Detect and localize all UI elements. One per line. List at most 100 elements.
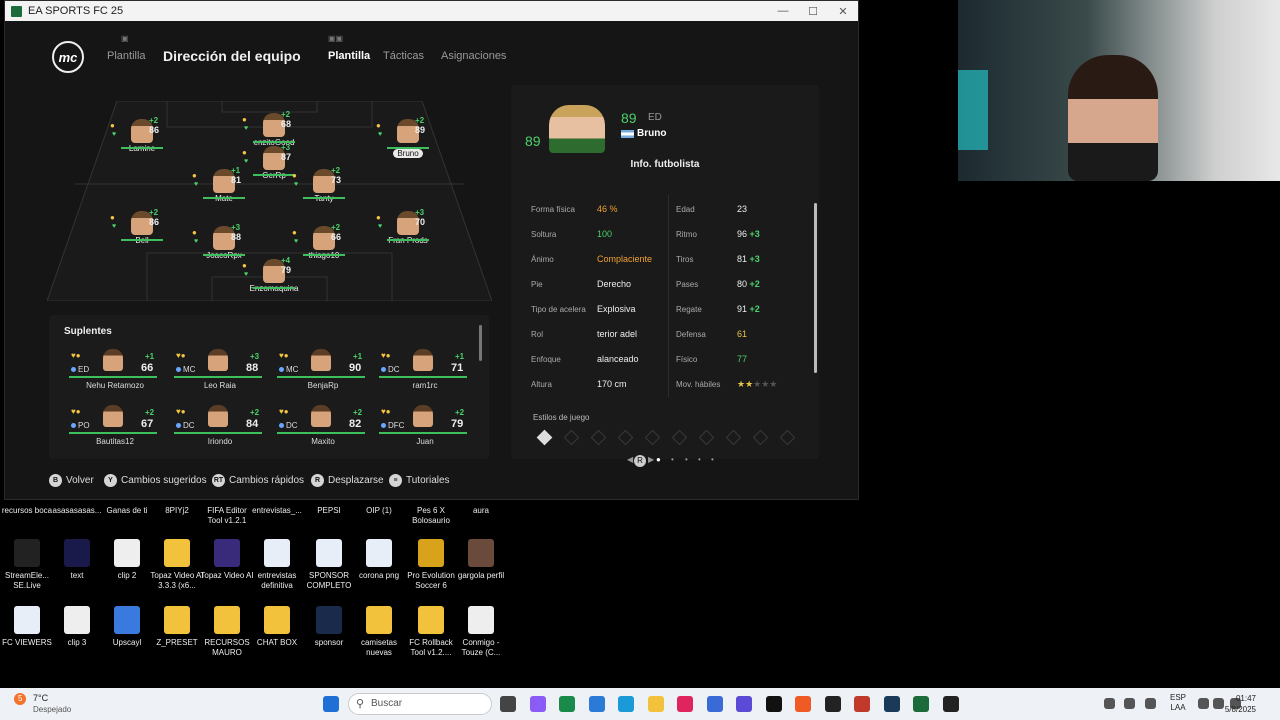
network-icon[interactable] bbox=[1198, 698, 1209, 709]
close-button[interactable]: ✕ bbox=[828, 5, 858, 18]
control-hint[interactable]: ≡ Tutoriales bbox=[389, 474, 450, 487]
control-hint[interactable]: RT Cambios rápidos bbox=[212, 474, 304, 487]
playstyle-slot-icon[interactable] bbox=[536, 429, 553, 446]
playstyle-slot-icon[interactable] bbox=[725, 429, 742, 446]
pitch-player[interactable]: ●♥+388JoacoRpx bbox=[189, 223, 259, 260]
pager-dot-active[interactable]: ● bbox=[656, 455, 661, 464]
sub-player-card[interactable]: ♥● DC +1 71 ram1rc bbox=[379, 347, 469, 395]
pager-left-icon[interactable]: ◀ bbox=[627, 455, 633, 464]
app-icon[interactable] bbox=[854, 696, 870, 712]
sub-player-card[interactable]: ♥● DC +2 84 Iriondo bbox=[174, 403, 264, 451]
playstyle-slot-icon[interactable] bbox=[563, 429, 580, 446]
sub-player-card[interactable]: ♥● ED +1 66 Nehu Retamozo bbox=[69, 347, 159, 395]
desktop-icon[interactable]: Pro Evolution Soccer 6 bbox=[404, 539, 458, 591]
pitch-player[interactable]: ●♥+286Bell bbox=[107, 208, 177, 245]
pager-right-icon[interactable]: ▶ bbox=[648, 455, 654, 464]
copilot-icon[interactable] bbox=[529, 696, 546, 712]
app-icon[interactable] bbox=[706, 696, 723, 712]
desktop-icon[interactable]: StreamEle... SE.Live bbox=[0, 539, 54, 591]
pager-dot[interactable]: • bbox=[685, 455, 688, 464]
volume-icon[interactable] bbox=[1213, 698, 1224, 709]
desktop-icon[interactable]: Upscayl bbox=[100, 606, 154, 648]
fc-app-icon[interactable] bbox=[913, 696, 929, 712]
chevron-up-icon[interactable] bbox=[1104, 698, 1115, 709]
detail-scrollbar[interactable] bbox=[814, 203, 817, 373]
desktop-icon[interactable]: 8PIYj2 bbox=[150, 506, 204, 516]
sub-player-card[interactable]: ♥● MC +3 88 Leo Raia bbox=[174, 347, 264, 395]
desktop-icon[interactable]: OIP (1) bbox=[352, 506, 406, 516]
pager-dot[interactable]: • bbox=[671, 455, 674, 464]
task-view-icon[interactable] bbox=[500, 696, 516, 712]
pitch-player[interactable]: ●♥+286Lamine bbox=[107, 116, 177, 153]
outlook-icon[interactable] bbox=[588, 696, 605, 712]
playstyle-slot-icon[interactable] bbox=[698, 429, 715, 446]
steam-icon[interactable] bbox=[883, 696, 900, 712]
obs-icon[interactable] bbox=[824, 696, 841, 712]
desktop-icon[interactable]: clip 2 bbox=[100, 539, 154, 581]
subs-scrollbar[interactable] bbox=[479, 325, 482, 361]
playstyle-slot-icon[interactable] bbox=[590, 429, 607, 446]
weather-temp[interactable]: 7°C bbox=[33, 693, 48, 703]
edge-icon[interactable] bbox=[618, 696, 634, 712]
playstyle-slot-icon[interactable] bbox=[644, 429, 661, 446]
desktop-icon[interactable]: Conmigo - Touze (C... bbox=[454, 606, 508, 658]
taskbar-search[interactable]: ⚲ Buscar bbox=[348, 693, 492, 715]
playstyle-slot-icon[interactable] bbox=[671, 429, 688, 446]
desktop-icon[interactable]: corona png bbox=[352, 539, 406, 581]
desktop-icon[interactable]: Topaz Video AI bbox=[200, 539, 254, 581]
pitch-player[interactable]: ●♥+266thiago10 bbox=[289, 223, 359, 260]
desktop-icon[interactable]: Topaz Video AI 3.3.3 (x6... bbox=[150, 539, 204, 591]
tab-plantilla-left[interactable]: Plantilla bbox=[107, 50, 146, 62]
sub-player-card[interactable]: ♥● PO +2 67 Bautitas12 bbox=[69, 403, 159, 451]
playstyle-slot-icon[interactable] bbox=[752, 429, 769, 446]
pitch-player[interactable]: ●♥+273Tanty bbox=[289, 166, 359, 203]
pitch-player[interactable]: ●♥+370Fran Prods bbox=[373, 208, 443, 245]
pitch-player[interactable]: ●♥+268enzitoGood bbox=[239, 110, 309, 147]
desktop-icon[interactable]: entrevistas definitiva bbox=[250, 539, 304, 591]
desktop-icon[interactable]: Ganas de ti bbox=[100, 506, 154, 516]
app-icon[interactable] bbox=[736, 696, 752, 712]
pager-dot[interactable]: • bbox=[698, 455, 701, 464]
store-icon[interactable] bbox=[559, 696, 575, 712]
sub-player-card[interactable]: ♥● DFC +2 79 Juan bbox=[379, 403, 469, 451]
desktop-icon[interactable]: CHAT BOX bbox=[250, 606, 304, 648]
minimize-button[interactable]: — bbox=[768, 5, 798, 18]
pitch-player[interactable]: ●♥+181Mate bbox=[189, 166, 259, 203]
tab-asignaciones[interactable]: Asignaciones bbox=[441, 50, 506, 62]
desktop-icon[interactable]: gargola perfil bbox=[454, 539, 508, 581]
maximize-button[interactable]: ☐ bbox=[798, 5, 828, 18]
mic-icon[interactable] bbox=[1145, 698, 1156, 709]
tab-tacticas[interactable]: Tácticas bbox=[383, 50, 424, 62]
desktop-icon[interactable]: FIFA Editor Tool v1.2.1 bbox=[200, 506, 254, 526]
pitch-player[interactable]: ● ♥ +2 89 Bruno bbox=[373, 116, 443, 161]
pitch-player[interactable]: ●♥+479Enzomaquina bbox=[239, 256, 309, 293]
desktop-icon[interactable]: recursos boca bbox=[0, 506, 54, 516]
control-hint[interactable]: Y Cambios sugeridos bbox=[104, 474, 207, 487]
desktop-icon[interactable]: camisetas nuevas bbox=[352, 606, 406, 658]
control-hint[interactable]: R Desplazarse bbox=[311, 474, 384, 487]
desktop-icon[interactable]: entrevistas_... bbox=[250, 506, 304, 516]
sub-player-card[interactable]: ♥● MC +1 90 BenjaRp bbox=[277, 347, 367, 395]
playstyle-slot-icon[interactable] bbox=[617, 429, 634, 446]
clock[interactable]: 01:47 5/8/2025 bbox=[1225, 693, 1256, 715]
desktop-icon[interactable]: SPONSOR COMPLETO bbox=[302, 539, 356, 591]
desktop-icon[interactable]: RECURSOS MAURO bbox=[200, 606, 254, 658]
desktop-icon[interactable]: sponsor bbox=[302, 606, 356, 648]
windows-start-icon[interactable] bbox=[323, 696, 339, 712]
desktop-icon[interactable]: aura bbox=[454, 506, 508, 516]
pager-r-button[interactable]: R bbox=[634, 455, 646, 467]
desktop-icon[interactable]: clip 3 bbox=[50, 606, 104, 648]
media-icon[interactable] bbox=[942, 696, 959, 712]
desktop-icon[interactable]: asasasasas... bbox=[50, 506, 104, 516]
desktop-icon[interactable]: Pes 6 X Bolosaurio bbox=[404, 506, 458, 526]
tab-plantilla[interactable]: Plantilla bbox=[328, 50, 370, 62]
tray-app-icon[interactable] bbox=[1124, 698, 1135, 709]
pager-dot[interactable]: • bbox=[711, 455, 714, 464]
desktop-icon[interactable]: FC VIEWERS bbox=[0, 606, 54, 648]
desktop-icon[interactable]: Z_PRESET bbox=[150, 606, 204, 648]
app-icon[interactable] bbox=[765, 696, 782, 712]
control-hint[interactable]: B Volver bbox=[49, 474, 94, 487]
desktop-icon[interactable]: text bbox=[50, 539, 104, 581]
desktop-icon[interactable]: FC Rollback Tool v1.2.... bbox=[404, 606, 458, 658]
sub-player-card[interactable]: ♥● DC +2 82 Maxito bbox=[277, 403, 367, 451]
